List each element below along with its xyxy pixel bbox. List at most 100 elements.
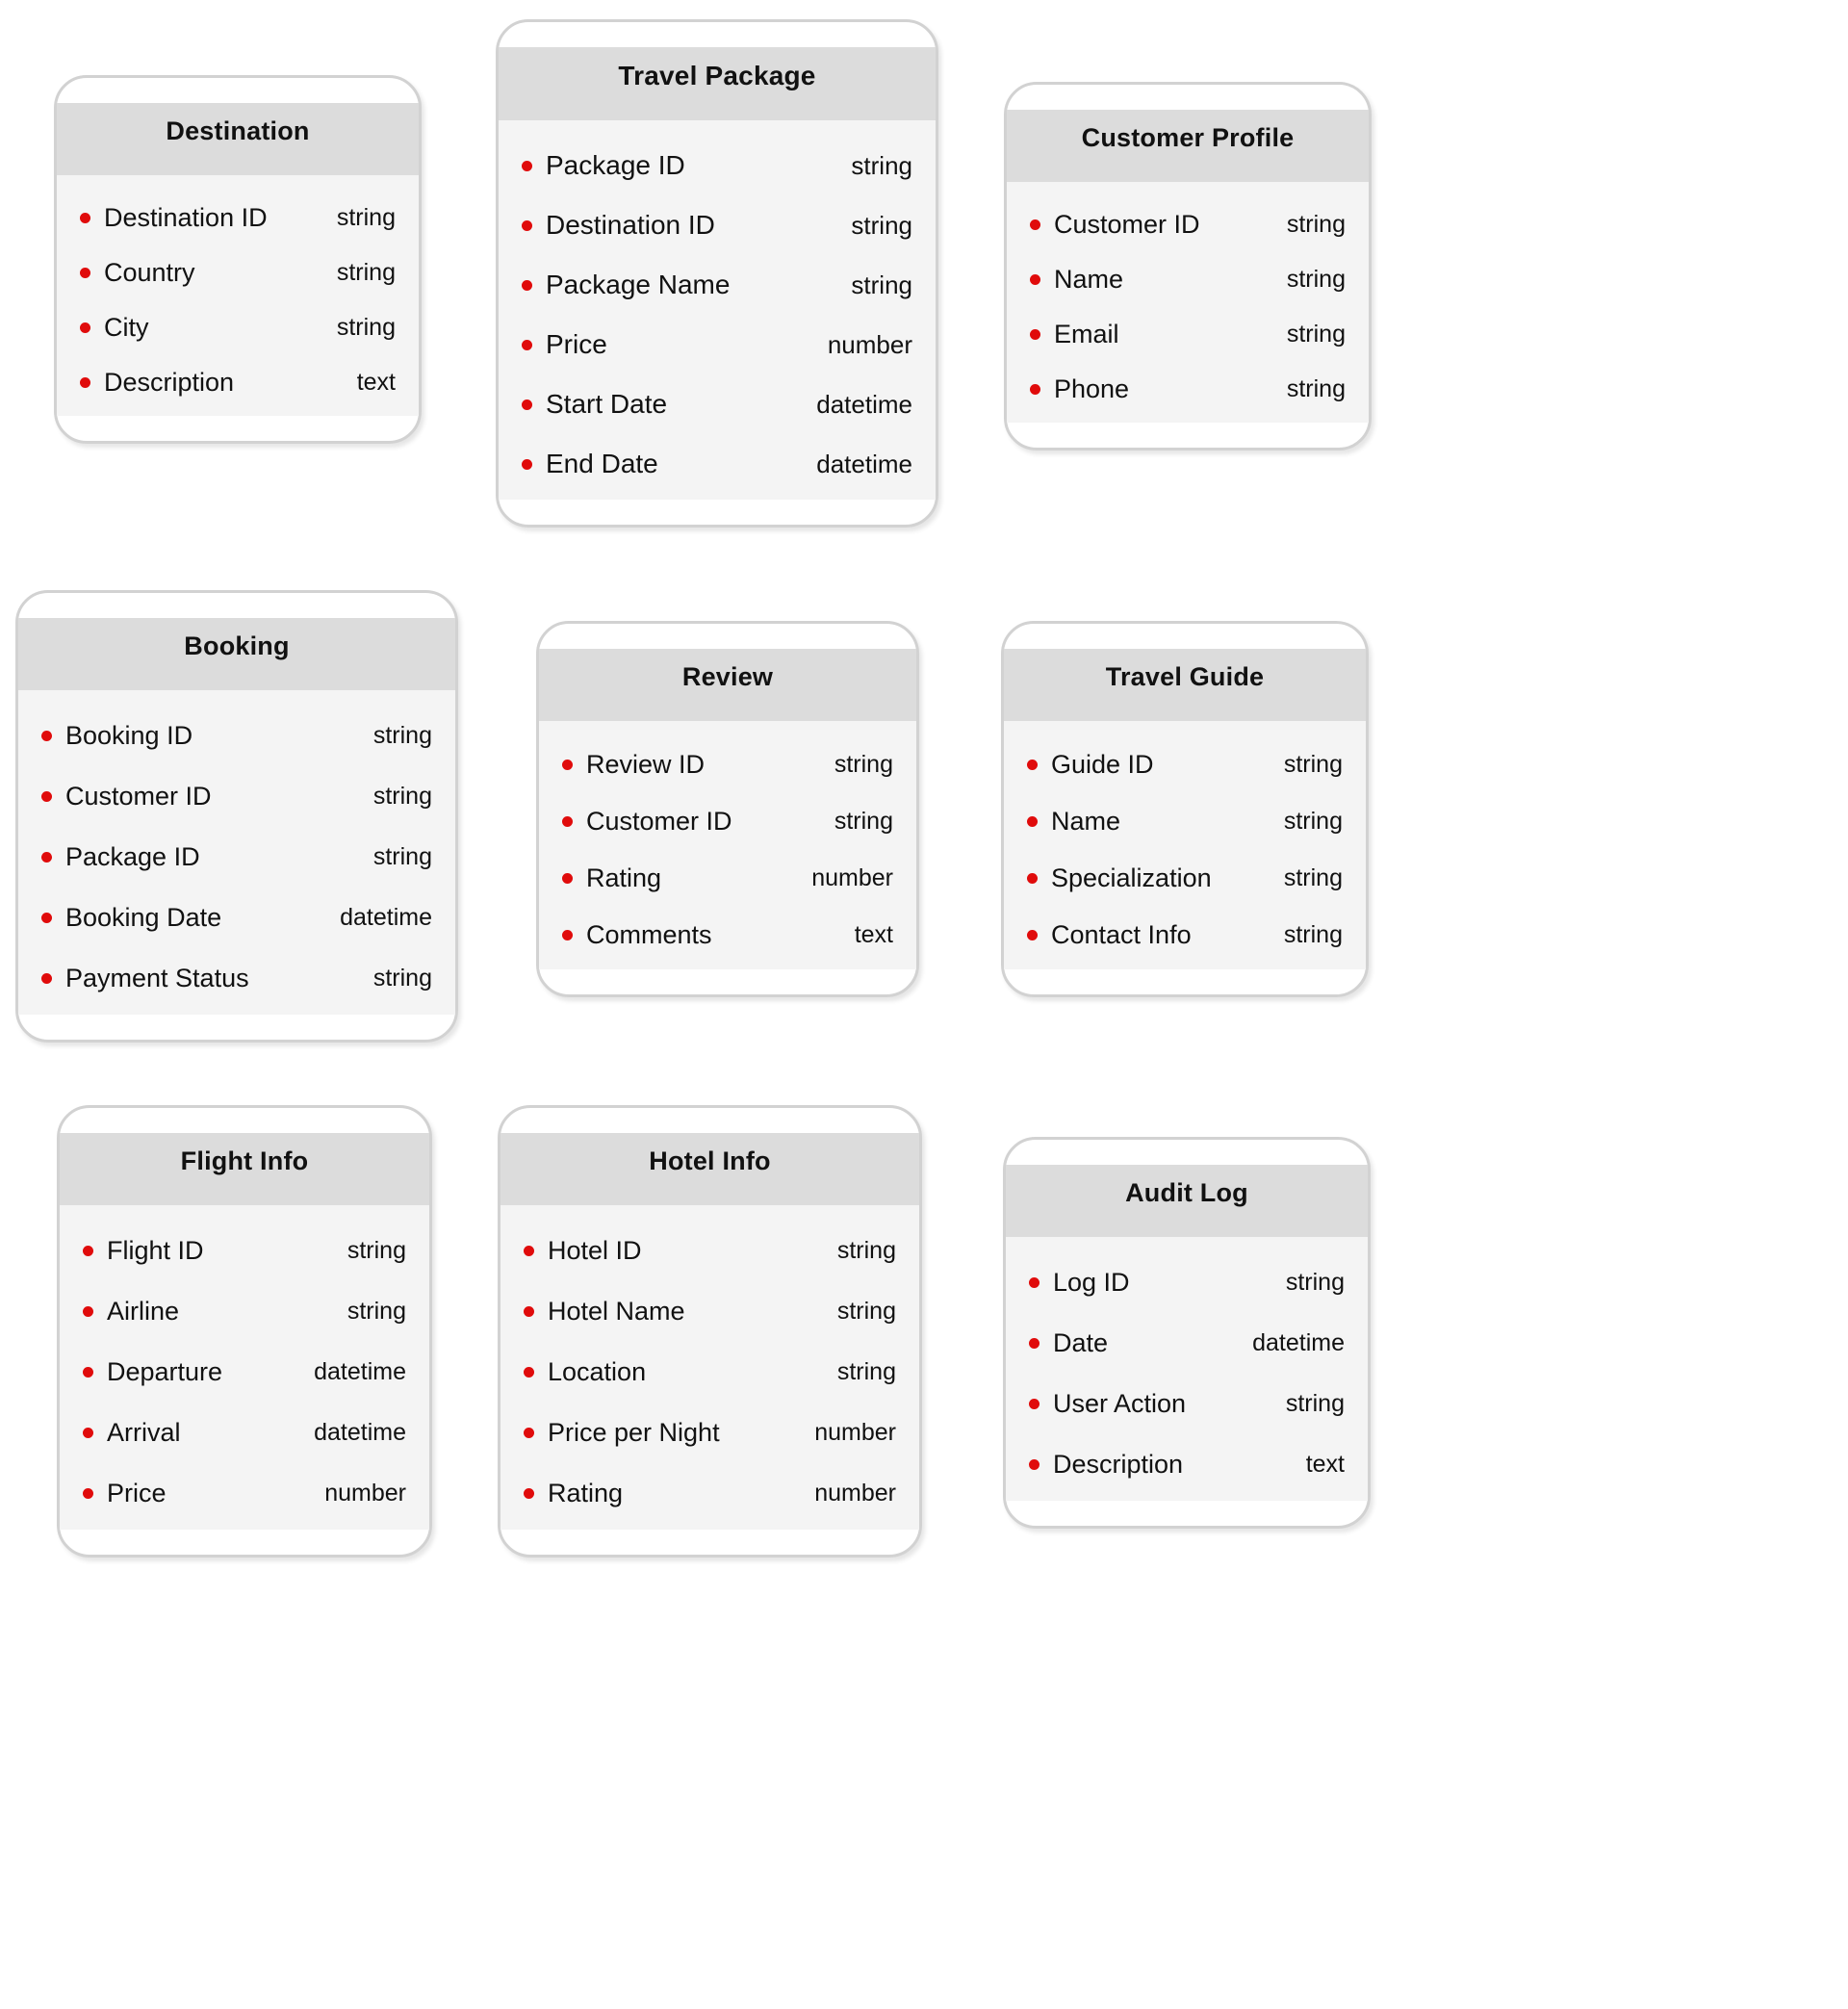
entity-card-inner: Customer Profile Customer ID string Name… xyxy=(1007,110,1369,423)
bullet-icon xyxy=(522,279,532,291)
attribute-name: Payment Status xyxy=(65,964,249,992)
attribute-type: datetime xyxy=(816,449,912,478)
attribute-type: string xyxy=(336,204,396,231)
attribute-row: Name string xyxy=(1030,252,1346,307)
bullet-icon xyxy=(1030,219,1040,230)
bullet-icon xyxy=(41,852,52,863)
attribute-name: Airline xyxy=(107,1297,180,1326)
bullet-icon xyxy=(1029,1338,1040,1349)
attribute-row: Description text xyxy=(1029,1434,1345,1495)
entity-card-review[interactable]: Review Review ID string Customer ID stri… xyxy=(536,621,919,997)
attribute-name: Log ID xyxy=(1053,1268,1130,1297)
attribute-type: string xyxy=(1286,375,1346,402)
entity-card-inner: Destination Destination ID string Countr… xyxy=(57,103,419,416)
entity-card-header: Booking xyxy=(18,618,455,690)
attribute-row: Rating number xyxy=(562,850,893,907)
attribute-type: string xyxy=(1286,321,1346,348)
bullet-icon xyxy=(1030,329,1040,340)
attribute-type: string xyxy=(851,150,912,180)
entity-card-travel-guide[interactable]: Travel Guide Guide ID string Name string… xyxy=(1001,621,1369,997)
attribute-row: Package ID string xyxy=(41,827,432,888)
attribute-row: Email string xyxy=(1030,307,1346,362)
entity-title: Hotel Info xyxy=(649,1146,771,1175)
attribute-list: Guide ID string Name string Specializati… xyxy=(1004,721,1366,969)
attribute-list: Customer ID string Name string Email str… xyxy=(1007,182,1369,423)
entity-title: Destination xyxy=(166,116,310,145)
entity-card-flight-info[interactable]: Flight Info Flight ID string Airline str… xyxy=(57,1105,432,1558)
attribute-name: Destination ID xyxy=(546,210,715,240)
entity-card-booking[interactable]: Booking Booking ID string Customer ID st… xyxy=(15,590,458,1043)
attribute-name: Country xyxy=(104,258,195,287)
attribute-row: Package ID string xyxy=(522,136,912,195)
attribute-row: City string xyxy=(80,300,396,355)
attribute-name: Hotel Name xyxy=(548,1297,685,1326)
bullet-icon xyxy=(1030,384,1040,395)
attribute-name: Specialization xyxy=(1051,863,1212,892)
entity-card-destination[interactable]: Destination Destination ID string Countr… xyxy=(54,75,422,444)
bullet-icon xyxy=(524,1246,534,1256)
bullet-icon xyxy=(522,458,532,470)
attribute-name: Phone xyxy=(1054,374,1130,403)
attribute-name: Hotel ID xyxy=(548,1236,642,1265)
bullet-icon xyxy=(524,1306,534,1317)
attribute-type: string xyxy=(1283,808,1343,835)
attribute-row: Arrival datetime xyxy=(83,1403,406,1463)
bullet-icon xyxy=(522,160,532,171)
bullet-icon xyxy=(80,213,90,223)
attribute-type: string xyxy=(372,722,432,749)
attribute-name: Description xyxy=(1053,1450,1184,1479)
attribute-type: text xyxy=(854,921,893,948)
entity-card-customer-profile[interactable]: Customer Profile Customer ID string Name… xyxy=(1004,82,1372,451)
entity-card-audit-log[interactable]: Audit Log Log ID string Date datetime Us… xyxy=(1003,1137,1371,1529)
attribute-row: Customer ID string xyxy=(1030,197,1346,252)
attribute-type: text xyxy=(1305,1451,1345,1478)
bullet-icon xyxy=(522,399,532,410)
bullet-icon xyxy=(1029,1399,1040,1409)
bullet-icon xyxy=(41,973,52,984)
entity-card-hotel-info[interactable]: Hotel Info Hotel ID string Hotel Name st… xyxy=(498,1105,922,1558)
attribute-row: Flight ID string xyxy=(83,1221,406,1281)
attribute-name: Price per Night xyxy=(548,1418,720,1447)
attribute-name: Rating xyxy=(548,1479,624,1507)
attribute-row: Comments text xyxy=(562,907,893,964)
bullet-icon xyxy=(524,1488,534,1499)
attribute-name: Contact Info xyxy=(1051,920,1192,949)
bullet-icon xyxy=(83,1306,93,1317)
bullet-icon xyxy=(83,1367,93,1378)
attribute-list: Log ID string Date datetime User Action … xyxy=(1006,1237,1368,1501)
attribute-name: Package ID xyxy=(546,150,685,180)
bullet-icon xyxy=(1027,873,1038,884)
bullet-icon xyxy=(80,377,90,388)
bullet-icon xyxy=(80,268,90,278)
bullet-icon xyxy=(41,731,52,741)
attribute-type: string xyxy=(836,1237,896,1264)
bullet-icon xyxy=(83,1428,93,1438)
attribute-name: City xyxy=(104,313,149,342)
attribute-name: Arrival xyxy=(107,1418,181,1447)
attribute-name: Name xyxy=(1051,807,1121,836)
attribute-type: number xyxy=(827,329,912,359)
entity-card-header: Audit Log xyxy=(1006,1165,1368,1237)
entity-title: Flight Info xyxy=(180,1146,309,1175)
attribute-list: Review ID string Customer ID string Rati… xyxy=(539,721,916,969)
attribute-list: Package ID string Destination ID string … xyxy=(499,120,936,500)
bullet-icon xyxy=(41,913,52,923)
attribute-name: Email xyxy=(1054,320,1119,348)
attribute-type: string xyxy=(372,783,432,810)
entity-card-inner: Travel Guide Guide ID string Name string… xyxy=(1004,649,1366,969)
attribute-name: Package ID xyxy=(65,842,200,871)
attribute-name: Description xyxy=(104,368,235,397)
entity-card-travel-package[interactable]: Travel Package Package ID string Destina… xyxy=(496,19,938,528)
attribute-type: string xyxy=(1286,211,1346,238)
entity-card-header: Travel Guide xyxy=(1004,649,1366,721)
attribute-type: string xyxy=(336,314,396,341)
attribute-type: datetime xyxy=(314,1358,406,1385)
bullet-icon xyxy=(1027,816,1038,827)
attribute-name: Guide ID xyxy=(1051,750,1154,779)
attribute-name: Price xyxy=(546,329,607,359)
attribute-row: Customer ID string xyxy=(562,793,893,850)
attribute-row: Hotel ID string xyxy=(524,1221,896,1281)
bullet-icon xyxy=(41,791,52,802)
bullet-icon xyxy=(83,1246,93,1256)
entity-title: Travel Guide xyxy=(1105,662,1265,691)
